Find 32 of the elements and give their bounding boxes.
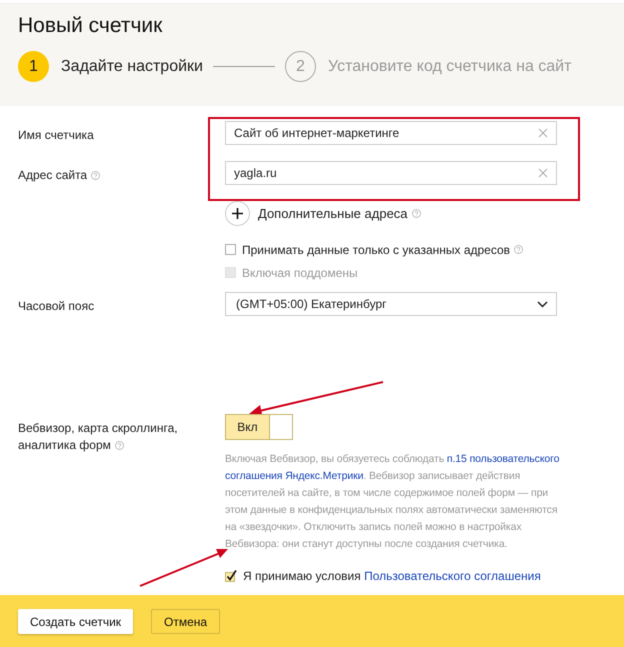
add-button[interactable] — [225, 201, 250, 226]
create-button[interactable]: Создать счетчик — [18, 609, 134, 634]
field-label: аналитика форм — [18, 438, 111, 452]
checkbox[interactable] — [225, 244, 236, 255]
clear-icon[interactable] — [538, 128, 548, 138]
address-field[interactable]: yagla.ru — [225, 161, 557, 185]
field-label: Имя счетчика — [18, 128, 94, 142]
checkbox-label: Принимать данные только с указанных адресов — [242, 242, 510, 256]
add-addresses-link[interactable]: Дополнительные адреса — [258, 206, 408, 221]
checkbox-label: Включая поддомены — [242, 266, 358, 280]
name-field[interactable]: Сайт об интернет-маркетинге — [225, 121, 557, 145]
plus-icon — [232, 208, 243, 219]
clear-icon[interactable] — [538, 168, 548, 178]
toggle-switch[interactable]: Вкл — [225, 414, 293, 440]
agreement-text: Я принимаю условия Пользовательского соглашения — [243, 569, 541, 583]
agreement-link[interactable]: соглашения Яндекс.Метрики — [225, 470, 364, 482]
help-icon[interactable] — [412, 209, 421, 218]
help-icon[interactable] — [514, 245, 524, 254]
help-icon[interactable] — [114, 441, 124, 450]
page-title: Новый счетчик — [18, 14, 164, 38]
step-number[interactable]: 1 — [18, 51, 49, 82]
field-label: Часовой пояс — [18, 299, 94, 313]
step-label: Задайте настройки — [61, 58, 203, 76]
chevron-down-icon — [537, 300, 548, 308]
cancel-button[interactable]: Отмена — [151, 609, 220, 634]
agreement-link[interactable]: п.15 пользовательского — [446, 453, 560, 465]
webvisor-note: Включая Вебвизор, вы обязуетесь соблюдать п.15 пользовательского соглашения Яндекс.Метрики. Вебвизор записывает действия посетителей на сайте, в том числе содержимое полей форм — при этом данные в конфиденциальных полях автоматически заменяются на «звездочки». Отключить запись полей можно в настройках Вебвизора: они станут доступны после создания счетчика. — [225, 452, 560, 552]
timezone-select[interactable]: (GMT+05:00) Екатеринбург — [225, 292, 557, 316]
field-label: Вебвизор, карта скроллинга, — [18, 420, 179, 437]
help-icon[interactable] — [91, 171, 100, 180]
step-label: Установите код счетчика на сайт — [328, 58, 572, 76]
field-label: Адрес сайта — [18, 168, 88, 182]
